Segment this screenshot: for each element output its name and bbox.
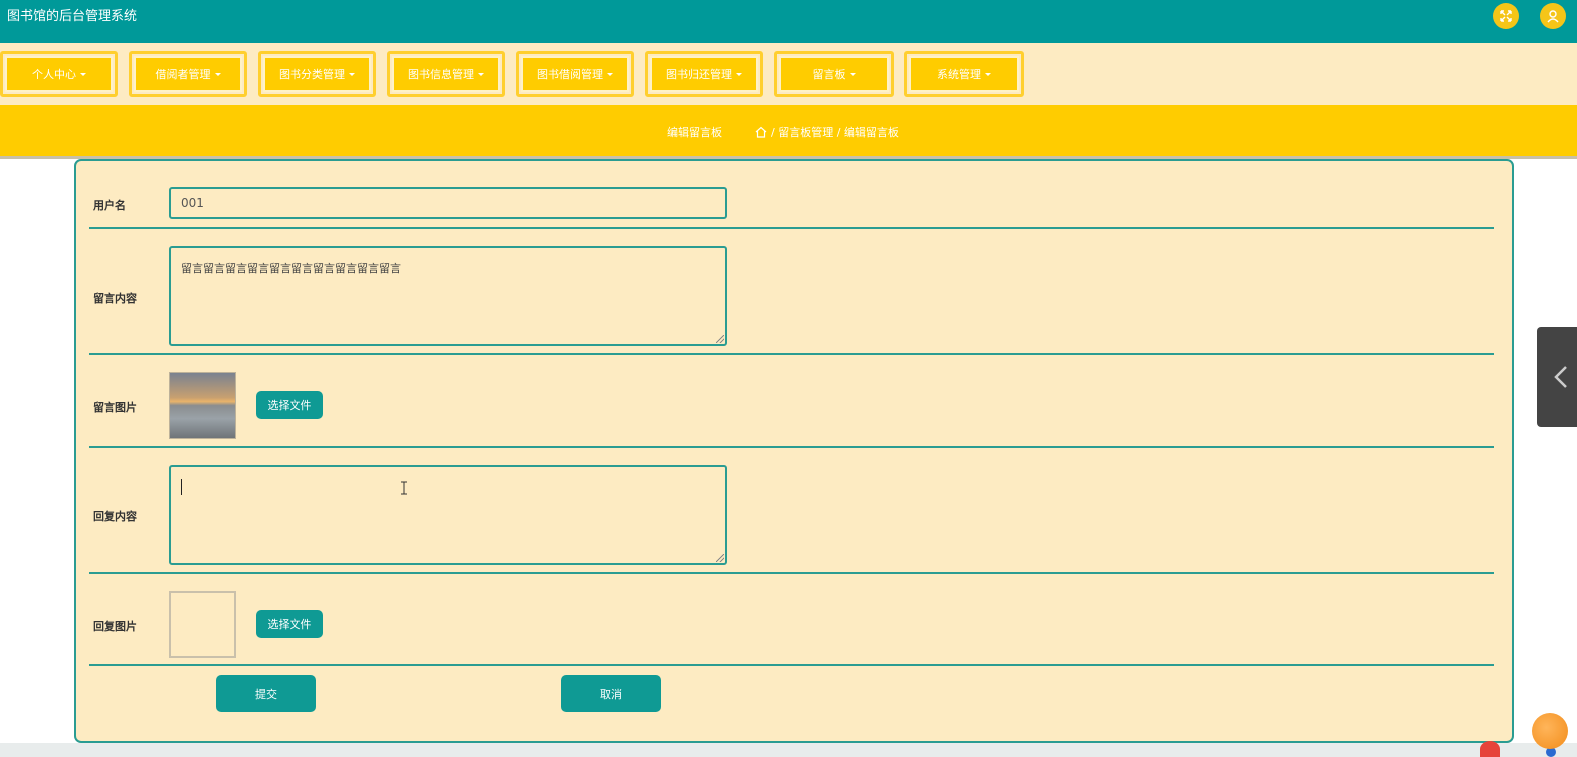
caret-down-icon	[607, 72, 613, 76]
user-avatar-button[interactable]	[1540, 3, 1566, 29]
resize-handle-icon[interactable]	[716, 335, 724, 343]
content-text: 留言留言留言留言留言留言留言留言留言留言	[181, 262, 401, 275]
row-divider	[89, 353, 1494, 355]
reply-image-preview	[169, 591, 236, 658]
menu-item-label: 留言板	[812, 68, 846, 81]
fullscreen-button[interactable]	[1493, 3, 1519, 29]
choose-image-button[interactable]: 选择文件	[256, 391, 323, 419]
menu-item-label: 借阅者管理	[155, 68, 211, 81]
menu-item-message-board[interactable]: 留言板	[774, 51, 894, 97]
menu-item-return-management[interactable]: 图书归还管理	[645, 51, 763, 97]
menu-item-label: 个人中心	[32, 68, 76, 81]
row-divider	[89, 572, 1494, 574]
menu-item-borrow-management[interactable]: 图书借阅管理	[516, 51, 634, 97]
caret-down-icon	[80, 72, 86, 76]
ibeam-cursor-icon	[401, 481, 407, 495]
app-title: 图书馆的后台管理系统	[7, 9, 138, 24]
menu-item-personal-center[interactable]: 个人中心	[0, 51, 118, 97]
menu-item-category-management[interactable]: 图书分类管理	[258, 51, 376, 97]
reply-label: 回复内容	[93, 510, 137, 523]
reply-image-label: 回复图片	[93, 620, 137, 633]
caret-down-icon	[214, 72, 221, 76]
image-label: 留言图片	[93, 401, 137, 414]
caret-down-icon	[478, 72, 484, 76]
caret-down-icon	[849, 72, 856, 76]
menu-item-borrower-management[interactable]: 借阅者管理	[129, 51, 247, 97]
menu-item-label: 图书归还管理	[666, 68, 732, 81]
breadcrumb-path: / 留言板管理 / 编辑留言板	[755, 124, 899, 140]
caret-down-icon	[349, 72, 355, 76]
row-divider	[89, 227, 1494, 229]
chevron-left-icon	[1554, 366, 1567, 388]
submit-button[interactable]: 提交	[216, 675, 316, 712]
breadcrumb-text[interactable]: / 留言板管理 / 编辑留言板	[771, 124, 899, 140]
choose-reply-image-button[interactable]: 选择文件	[256, 610, 323, 638]
cancel-button[interactable]: 取消	[561, 675, 661, 712]
bottom-strip	[0, 743, 1577, 757]
text-cursor	[181, 479, 182, 495]
row-divider	[89, 664, 1494, 666]
message-image-preview	[169, 372, 236, 439]
caret-down-icon	[736, 72, 742, 76]
edit-message-form: 用户名 001 留言内容 留言留言留言留言留言留言留言留言留言留言 留言图片 选…	[74, 159, 1514, 743]
menu-item-system-management[interactable]: 系统管理	[904, 51, 1024, 97]
menu-item-label: 图书借阅管理	[537, 68, 603, 81]
content-label: 留言内容	[93, 292, 137, 305]
menu-item-label: 系统管理	[937, 68, 981, 81]
menu-item-book-info-management[interactable]: 图书信息管理	[387, 51, 505, 97]
app-badge-icon	[1480, 741, 1500, 757]
floating-assistant-button[interactable]	[1532, 713, 1568, 749]
username-label: 用户名	[93, 199, 126, 212]
side-panel-toggle[interactable]	[1537, 327, 1577, 427]
username-input[interactable]: 001	[169, 187, 727, 219]
user-icon	[1547, 10, 1559, 23]
menu-item-label: 图书分类管理	[279, 68, 345, 81]
main-menu: 个人中心 借阅者管理 图书分类管理 图书信息管理 图书借阅管理 图书归还管理 留…	[0, 43, 1577, 105]
home-icon[interactable]	[755, 126, 767, 138]
menu-item-label: 图书信息管理	[408, 68, 474, 81]
resize-handle-icon[interactable]	[716, 554, 724, 562]
content-textarea[interactable]: 留言留言留言留言留言留言留言留言留言留言	[169, 246, 727, 346]
top-header: 图书馆的后台管理系统	[0, 0, 1577, 43]
breadcrumb: 编辑留言板 / 留言板管理 / 编辑留言板	[0, 105, 1577, 156]
reply-textarea[interactable]	[169, 465, 727, 565]
expand-arrows-icon	[1500, 10, 1512, 22]
row-divider	[89, 446, 1494, 448]
caret-down-icon	[985, 72, 991, 76]
page-title: 编辑留言板	[667, 126, 722, 139]
